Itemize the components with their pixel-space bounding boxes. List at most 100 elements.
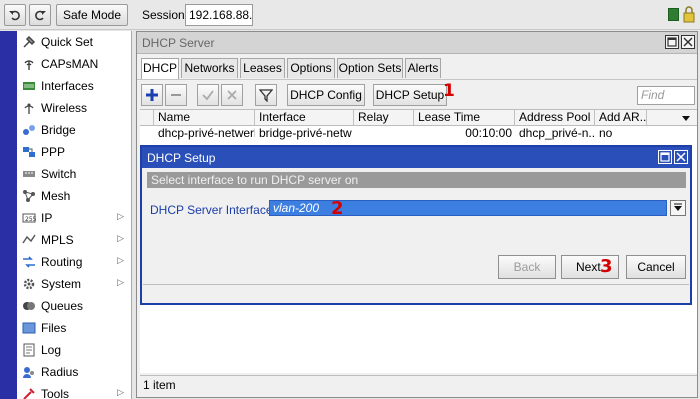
system-icon bbox=[22, 277, 36, 291]
sidebar-item-label: Interfaces bbox=[41, 79, 94, 93]
sidebar-item-label: CAPsMAN bbox=[41, 57, 99, 71]
sidebar-item-mesh[interactable]: Mesh bbox=[17, 185, 132, 207]
column-header-flags[interactable] bbox=[140, 110, 154, 126]
back-button[interactable]: Back bbox=[498, 255, 556, 279]
close-icon bbox=[676, 152, 686, 162]
dhcp-setup-button[interactable]: DHCP Setup bbox=[373, 84, 447, 106]
maximize-icon bbox=[660, 152, 670, 162]
remove-button[interactable] bbox=[165, 84, 187, 106]
tab-options[interactable]: Options bbox=[287, 58, 335, 78]
log-icon bbox=[22, 343, 36, 357]
item-count-status: 1 item bbox=[140, 375, 697, 395]
window-title-bar[interactable]: DHCP Server bbox=[137, 32, 697, 54]
sidebar-item-interfaces[interactable]: Interfaces bbox=[17, 75, 132, 97]
session-label: Session: bbox=[142, 8, 189, 22]
switch-icon bbox=[22, 167, 36, 181]
safe-mode-button[interactable]: Safe Mode bbox=[56, 4, 128, 26]
remove-icon bbox=[171, 94, 181, 96]
sidebar-item-label: Queues bbox=[41, 299, 84, 313]
sidebar-item-routing[interactable]: Routing ▷ bbox=[17, 251, 132, 273]
sidebar-item-label: IP bbox=[41, 211, 53, 225]
sidebar-item-label: Tools bbox=[41, 387, 70, 399]
radius-icon bbox=[22, 365, 36, 379]
redo-icon bbox=[35, 10, 46, 21]
svg-text:255: 255 bbox=[25, 216, 36, 223]
chevron-down-icon bbox=[674, 203, 682, 211]
interface-dropdown-button[interactable] bbox=[670, 200, 686, 216]
sidebar-item-label: Wireless bbox=[41, 101, 88, 115]
column-header-add-arp[interactable]: Add AR... bbox=[595, 110, 647, 126]
queues-icon bbox=[22, 299, 36, 313]
undo-button[interactable] bbox=[4, 4, 26, 26]
column-header-relay[interactable]: Relay bbox=[354, 110, 414, 126]
winbox-brand-strip bbox=[0, 31, 17, 399]
sidebar-item-label: MPLS bbox=[41, 233, 74, 247]
sidebar-item-radius[interactable]: Radius bbox=[17, 361, 132, 383]
sidebar-item-capsman[interactable]: CAPsMAN bbox=[17, 53, 132, 75]
column-header-address-pool[interactable]: Address Pool bbox=[515, 110, 595, 126]
tab-leases[interactable]: Leases bbox=[240, 58, 285, 78]
column-header-name[interactable]: Name bbox=[154, 110, 255, 126]
redo-button[interactable] bbox=[29, 4, 51, 26]
column-chooser-button[interactable] bbox=[677, 110, 697, 126]
close-icon bbox=[683, 37, 693, 47]
sidebar-item-tools[interactable]: Tools ▷ bbox=[17, 383, 132, 399]
table-row[interactable]: dhcp-privé-netwerk bridge-privé-netw 00:… bbox=[140, 126, 697, 141]
disable-button[interactable] bbox=[221, 84, 243, 106]
tab-option-sets[interactable]: Option Sets bbox=[337, 58, 403, 78]
submenu-arrow-icon: ▷ bbox=[117, 277, 124, 287]
sidebar-item-log[interactable]: Log bbox=[17, 339, 132, 361]
sidebar-item-queues[interactable]: Queues bbox=[17, 295, 132, 317]
sidebar-menu: Quick Set CAPsMAN Interfaces Wireless Br… bbox=[17, 31, 132, 399]
top-toolbar: Safe Mode Session: 192.168.88.1 bbox=[0, 0, 700, 30]
dialog-status-bar bbox=[143, 284, 689, 303]
session-address[interactable]: 192.168.88.1 bbox=[185, 4, 253, 26]
step-2-marker: 2 bbox=[331, 198, 344, 219]
sidebar-item-label: Switch bbox=[41, 167, 77, 181]
sidebar-item-quick-set[interactable]: Quick Set bbox=[17, 31, 132, 53]
cancel-button[interactable]: Cancel bbox=[626, 255, 686, 279]
dialog-title-bar[interactable]: DHCP Setup bbox=[142, 147, 690, 168]
dhcp-server-interface-select[interactable]: vlan-200 bbox=[269, 200, 667, 216]
find-input[interactable]: Find bbox=[637, 86, 695, 105]
tab-networks[interactable]: Networks bbox=[181, 58, 238, 78]
cell-add-arp: no bbox=[599, 126, 613, 140]
column-header-lease-time[interactable]: Lease Time bbox=[414, 110, 515, 126]
filter-icon bbox=[259, 89, 273, 102]
dialog-maximize-button[interactable] bbox=[658, 150, 672, 164]
chevron-down-icon bbox=[682, 116, 690, 121]
files-icon bbox=[22, 321, 36, 335]
tools-icon bbox=[22, 387, 36, 399]
sidebar-item-wireless[interactable]: Wireless bbox=[17, 97, 132, 119]
enable-button[interactable] bbox=[197, 84, 219, 106]
dialog-close-button[interactable] bbox=[674, 150, 688, 164]
sidebar-item-system[interactable]: System ▷ bbox=[17, 273, 132, 295]
sidebar-item-switch[interactable]: Switch bbox=[17, 163, 132, 185]
dialog-instruction: Select interface to run DHCP server on bbox=[147, 172, 686, 188]
connection-status-indicator bbox=[668, 8, 679, 21]
ip-icon: 255 bbox=[22, 211, 36, 225]
dialog-title: DHCP Setup bbox=[147, 151, 216, 165]
cell-name: dhcp-privé-netwerk bbox=[158, 126, 255, 140]
column-header-interface[interactable]: Interface bbox=[255, 110, 354, 126]
add-button[interactable] bbox=[141, 84, 163, 106]
maximize-button[interactable] bbox=[665, 35, 679, 49]
sidebar-item-label: Log bbox=[41, 343, 62, 357]
sidebar-item-label: Mesh bbox=[41, 189, 71, 203]
filter-button[interactable] bbox=[255, 84, 277, 106]
sidebar-item-files[interactable]: Files bbox=[17, 317, 132, 339]
dhcp-config-button[interactable]: DHCP Config bbox=[287, 84, 365, 106]
close-button[interactable] bbox=[681, 35, 695, 49]
sidebar-item-bridge[interactable]: Bridge bbox=[17, 119, 132, 141]
sidebar-item-ip[interactable]: 255 IP ▷ bbox=[17, 207, 132, 229]
tab-alerts[interactable]: Alerts bbox=[405, 58, 441, 78]
routing-icon bbox=[22, 255, 36, 269]
capsman-icon bbox=[22, 57, 36, 71]
sidebar-item-mpls[interactable]: MPLS ▷ bbox=[17, 229, 132, 251]
tab-dhcp[interactable]: DHCP bbox=[141, 58, 179, 79]
mpls-icon bbox=[22, 233, 36, 247]
cross-icon bbox=[227, 90, 237, 100]
sidebar-item-ppp[interactable]: PPP bbox=[17, 141, 132, 163]
sidebar-item-label: Radius bbox=[41, 365, 79, 379]
submenu-arrow-icon: ▷ bbox=[117, 387, 124, 397]
